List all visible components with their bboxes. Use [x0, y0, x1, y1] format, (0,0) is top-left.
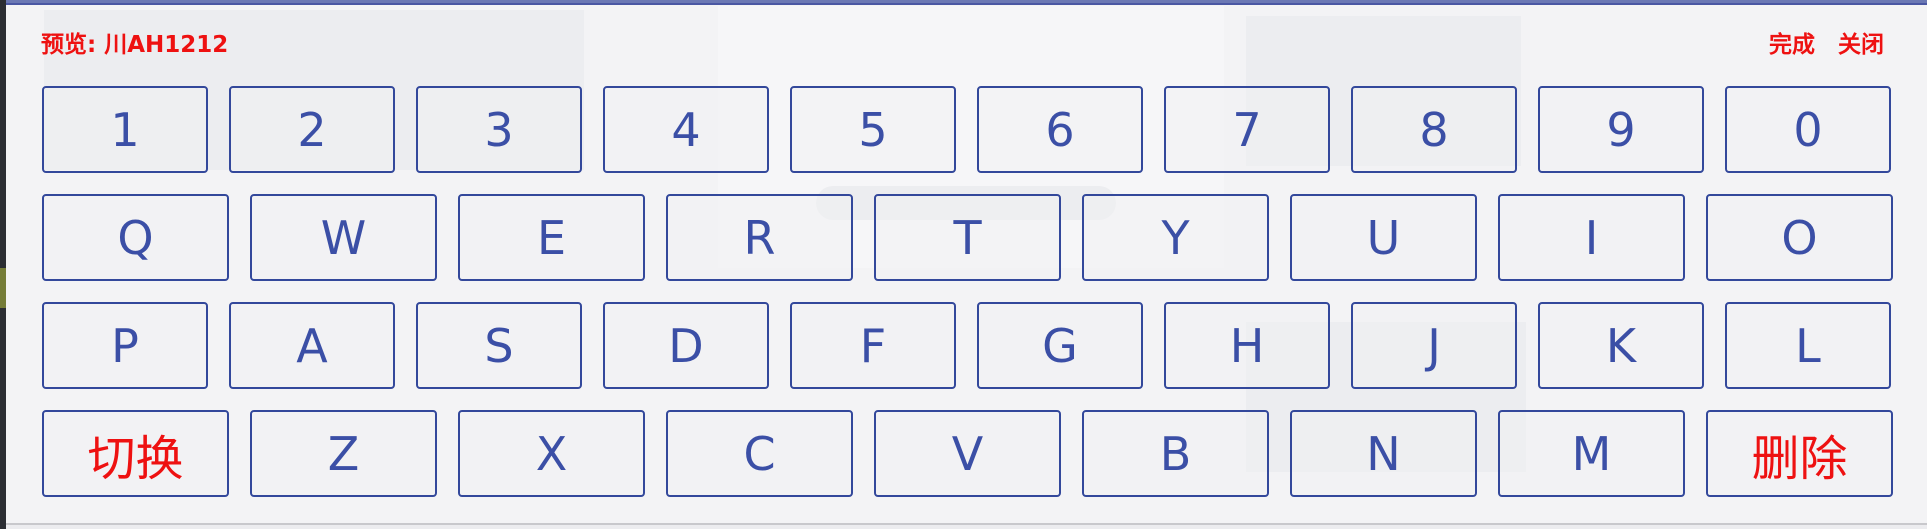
key-2[interactable]: 2 — [229, 86, 395, 173]
plate-preview: 预览: 川AH1212 — [41, 32, 229, 58]
close-button[interactable]: 关闭 — [1838, 25, 1884, 59]
key-a[interactable]: A — [229, 302, 395, 389]
switch-key[interactable]: 切换 — [42, 410, 229, 497]
key-z[interactable]: Z — [250, 410, 437, 497]
key-q[interactable]: Q — [42, 194, 229, 281]
key-8[interactable]: 8 — [1351, 86, 1517, 173]
key-u[interactable]: U — [1290, 194, 1477, 281]
key-n[interactable]: N — [1290, 410, 1477, 497]
key-6[interactable]: 6 — [977, 86, 1143, 173]
key-9[interactable]: 9 — [1538, 86, 1704, 173]
key-7[interactable]: 7 — [1164, 86, 1330, 173]
key-0[interactable]: 0 — [1725, 86, 1891, 173]
key-i[interactable]: I — [1498, 194, 1685, 281]
key-o[interactable]: O — [1706, 194, 1893, 281]
delete-key[interactable]: 删除 — [1706, 410, 1893, 497]
key-l[interactable]: L — [1725, 302, 1891, 389]
key-h[interactable]: H — [1164, 302, 1330, 389]
key-x[interactable]: X — [458, 410, 645, 497]
key-w[interactable]: W — [250, 194, 437, 281]
key-g[interactable]: G — [977, 302, 1143, 389]
key-r[interactable]: R — [666, 194, 853, 281]
key-5[interactable]: 5 — [790, 86, 956, 173]
key-f[interactable]: F — [790, 302, 956, 389]
key-b[interactable]: B — [1082, 410, 1269, 497]
key-m[interactable]: M — [1498, 410, 1685, 497]
done-button[interactable]: 完成 — [1769, 25, 1815, 59]
key-4[interactable]: 4 — [603, 86, 769, 173]
key-3[interactable]: 3 — [416, 86, 582, 173]
key-1[interactable]: 1 — [42, 86, 208, 173]
key-k[interactable]: K — [1538, 302, 1704, 389]
key-c[interactable]: C — [666, 410, 853, 497]
key-y[interactable]: Y — [1082, 194, 1269, 281]
key-e[interactable]: E — [458, 194, 645, 281]
key-j[interactable]: J — [1351, 302, 1517, 389]
keyboard-bottom-border — [6, 523, 1927, 525]
key-s[interactable]: S — [416, 302, 582, 389]
key-p[interactable]: P — [42, 302, 208, 389]
key-d[interactable]: D — [603, 302, 769, 389]
key-v[interactable]: V — [874, 410, 1061, 497]
key-t[interactable]: T — [874, 194, 1061, 281]
